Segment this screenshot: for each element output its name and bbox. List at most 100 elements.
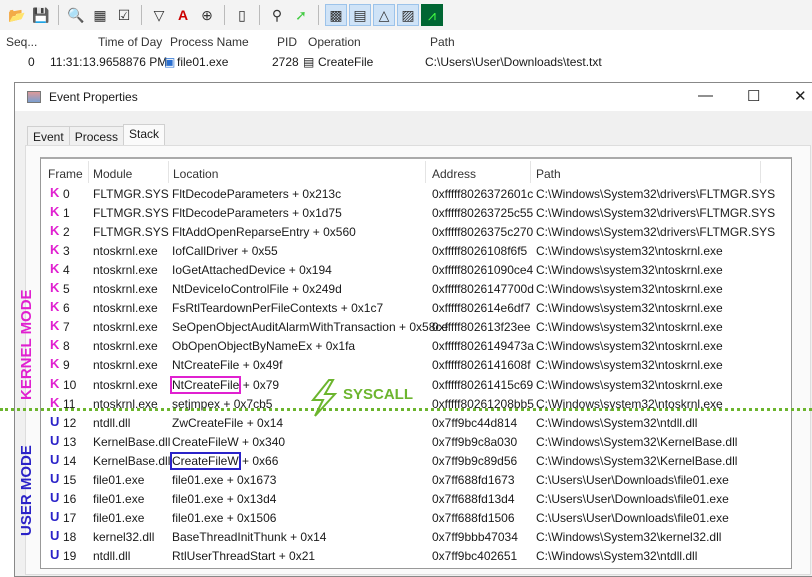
profiling-icon[interactable]: ⩘	[421, 4, 443, 26]
offset: + 0x13d4	[226, 491, 277, 506]
frame-number: 6	[63, 301, 70, 316]
process-thread-icon[interactable]: ▨	[397, 4, 419, 26]
col-address[interactable]: Address	[432, 167, 476, 181]
filesystem-icon[interactable]: ▤	[349, 4, 371, 26]
user-frame-icon: U	[50, 527, 60, 543]
stack-row[interactable]: U 18 kernel32.dll BaseThreadInitThunk + …	[41, 528, 781, 547]
stack-row[interactable]: K 6 ntoskrnl.exe FsRtlTeardownPerFileCon…	[41, 299, 781, 318]
function-name: BaseThreadInitThunk	[172, 529, 287, 544]
location: FltAddOpenReparseEntry + 0x560	[172, 225, 356, 239]
syscall-label: SYSCALL	[343, 386, 414, 403]
stack-row[interactable]: K 5 ntoskrnl.exe NtDeviceIoControlFile +…	[41, 280, 781, 299]
kernel-frame-icon: K	[50, 280, 60, 296]
user-frame-icon: U	[50, 546, 60, 562]
col-process[interactable]: Process Name	[170, 35, 249, 49]
process-tree-icon[interactable]: ▯	[231, 4, 253, 26]
find-icon[interactable]: ⚲	[266, 4, 288, 26]
tab-event[interactable]: Event	[27, 126, 70, 146]
module-path: C:\Windows\System32\kernel32.dll	[536, 529, 722, 544]
stack-row[interactable]: U 14 KernelBase.dll CreateFileW + 0x66 0…	[41, 451, 781, 471]
kernel-frame-icon: K	[50, 356, 60, 372]
address: 0xfffff8026141608f	[432, 358, 531, 373]
offset: + 0x21	[278, 548, 316, 563]
stack-row[interactable]: U 15 file01.exe file01.exe + 0x1673 0x7f…	[41, 471, 781, 490]
col-seq[interactable]: Seq...	[6, 35, 37, 49]
frame-number: 13	[63, 434, 77, 449]
module-path: C:\Windows\system32\ntoskrnl.exe	[536, 320, 723, 335]
module: ntoskrnl.exe	[93, 339, 158, 354]
address: 0x7ff9bbb47034	[432, 529, 518, 544]
title-bar: Event Properties	[15, 83, 812, 111]
toolbar-divider	[318, 5, 319, 25]
module: file01.exe	[93, 491, 145, 506]
stack-row[interactable]: K 1 FLTMGR.SYS FltDecodeParameters + 0x1…	[41, 204, 781, 223]
frame-number: 15	[63, 472, 77, 487]
autoscroll-icon[interactable]: ▦	[89, 4, 111, 26]
tab-process[interactable]: Process	[68, 126, 125, 146]
location: FltDecodeParameters + 0x213c	[172, 187, 341, 201]
user-frame-icon: U	[50, 451, 60, 467]
maximize-button[interactable]: ☐	[747, 87, 760, 105]
kernel-frame-icon: K	[50, 223, 60, 239]
stack-row[interactable]: U 12 ntdll.dll ZwCreateFile + 0x14 0x7ff…	[41, 414, 781, 433]
function-name: NtCreateFile	[169, 375, 242, 394]
function-name: FltDecodeParameters	[172, 187, 289, 201]
col-path[interactable]: Path	[430, 35, 455, 49]
event-seq: 0	[28, 55, 35, 69]
col-location[interactable]: Location	[173, 167, 218, 181]
offset: + 0x79	[242, 377, 280, 392]
kernel-frame-icon: K	[50, 318, 60, 334]
event-operation: CreateFile	[318, 55, 374, 69]
module: KernelBase.dll	[93, 453, 171, 468]
event-time: 11:31:13.9658876 PM	[50, 55, 168, 69]
save-icon[interactable]: 💾	[30, 4, 52, 26]
address: 0x7ff688fd1673	[432, 472, 515, 487]
location: CreateFileW + 0x340	[172, 435, 285, 449]
filter-icon[interactable]: ▽	[148, 4, 170, 26]
clear-icon[interactable]: ☑	[113, 4, 135, 26]
stack-row[interactable]: U 13 KernelBase.dll CreateFileW + 0x340 …	[41, 433, 781, 452]
stack-row[interactable]: K 0 FLTMGR.SYS FltDecodeParameters + 0x2…	[41, 185, 781, 204]
stack-row[interactable]: K 3 ntoskrnl.exe IofCallDriver + 0x55 0x…	[41, 242, 781, 261]
jump-icon[interactable]: ➚	[290, 4, 312, 26]
dialog-title: Event Properties	[49, 90, 138, 104]
user-frame-icon: U	[50, 470, 60, 486]
offset: + 0x1673	[226, 472, 277, 487]
offset: + 0x560	[312, 225, 356, 240]
module: FLTMGR.SYS	[93, 225, 169, 240]
registry-icon[interactable]: ▩	[325, 4, 347, 26]
stack-row[interactable]: K 9 ntoskrnl.exe NtCreateFile + 0x49f 0x…	[41, 356, 781, 375]
stack-row[interactable]: K 7 ntoskrnl.exe SeOpenObjectAuditAlarmW…	[41, 318, 781, 337]
minimize-button[interactable]: —	[698, 87, 713, 104]
frame-number: 8	[63, 339, 70, 354]
tab-stack[interactable]: Stack	[123, 124, 166, 146]
magnify-icon[interactable]: 🔍	[65, 4, 87, 26]
module: ntdll.dll	[93, 548, 131, 563]
stack-row[interactable]: K 8 ntoskrnl.exe ObOpenObjectByNameEx + …	[41, 337, 781, 356]
frame-number: 10	[63, 377, 77, 392]
stack-row[interactable]: K 4 ntoskrnl.exe IoGetAttachedDevice + 0…	[41, 261, 781, 280]
process-icon: ▣	[164, 55, 176, 69]
col-time[interactable]: Time of Day	[98, 35, 162, 49]
col-module[interactable]: Module	[93, 167, 132, 181]
col-path[interactable]: Path	[536, 167, 561, 181]
stack-row[interactable]: U 17 file01.exe file01.exe + 0x1506 0x7f…	[41, 509, 781, 528]
col-pid[interactable]: PID	[277, 35, 297, 49]
col-frame[interactable]: Frame	[48, 167, 83, 181]
close-button[interactable]: ✕	[794, 87, 807, 105]
function-name: CreateFileW	[170, 451, 241, 470]
kernel-frame-icon: K	[50, 375, 60, 391]
kernel-frame-icon: K	[50, 337, 60, 353]
stack-row[interactable]: K 2 FLTMGR.SYS FltAddOpenReparseEntry + …	[41, 223, 781, 242]
stack-row[interactable]: U 19 ntdll.dll RtlUserThreadStart + 0x21…	[41, 547, 781, 566]
highlight-icon[interactable]: A	[172, 4, 194, 26]
network-icon[interactable]: △	[373, 4, 395, 26]
open-icon[interactable]: 📂	[6, 4, 28, 26]
frame-number: 4	[63, 263, 70, 278]
col-operation[interactable]: Operation	[308, 35, 361, 49]
offset: + 0x49f	[242, 358, 283, 373]
offset: + 0x1c7	[340, 301, 384, 316]
stack-row[interactable]: U 16 file01.exe file01.exe + 0x13d4 0x7f…	[41, 490, 781, 509]
target-icon[interactable]: ⊕	[196, 4, 218, 26]
kernel-frame-icon: K	[50, 185, 60, 200]
